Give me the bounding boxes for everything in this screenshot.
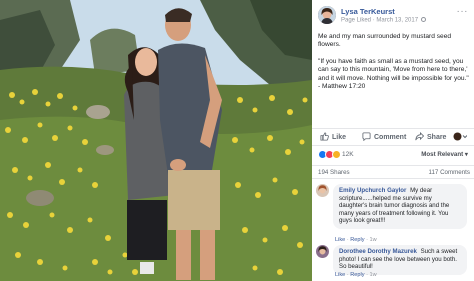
visibility-label: Page Liked	[341, 17, 372, 24]
comment-button[interactable]: Comment	[362, 132, 406, 143]
comment-reply-link[interactable]: Reply	[350, 272, 364, 278]
wow-reaction-icon	[332, 150, 341, 159]
comments-count[interactable]: 117 Comments	[429, 169, 471, 176]
reactions-row[interactable]: 12K Most Relevant ▾	[318, 150, 470, 160]
post-header: Lysa TerKeurst Page Liked · March 13, 20…	[318, 6, 470, 28]
post-caption: Me and my man surrounded by mustard seed…	[318, 33, 470, 99]
comment-time[interactable]: 1w	[370, 272, 377, 278]
comment-label: Comment	[374, 134, 407, 141]
comment-time[interactable]: 1w	[370, 237, 377, 243]
commenter-name[interactable]: Dorothee Dorothy Mazurek	[339, 248, 417, 255]
commenter-avatar-image	[316, 245, 329, 258]
comment-actions: Like · Reply · 1w	[335, 272, 377, 278]
page-avatar-chevron-icon	[453, 132, 468, 141]
post-actions-bar: Like Comment Share	[312, 128, 474, 146]
react-as-dropdown[interactable]	[453, 132, 468, 143]
comment-sort-dropdown[interactable]: Most Relevant ▾	[421, 151, 468, 158]
author-avatar-image	[318, 6, 336, 24]
caption-line: Me and my man surrounded by mustard seed…	[318, 33, 452, 49]
caption-line: "If you have faith as small as a mustard…	[318, 57, 469, 91]
commenter-avatar[interactable]	[316, 184, 329, 197]
commenter-avatar-image	[316, 184, 329, 197]
comment-bubble: Dorothee Dorothy Mazurek Such a sweet ph…	[333, 245, 467, 275]
commenter-avatar[interactable]	[316, 245, 329, 258]
commenter-name[interactable]: Emily Upchurch Gaylor	[339, 187, 406, 194]
comment-like-link[interactable]: Like	[335, 237, 345, 243]
share-button[interactable]: Share	[415, 131, 447, 143]
engagement-counts: 194 Shares 117 Comments	[312, 165, 474, 179]
share-icon	[415, 131, 425, 143]
shares-count[interactable]: 194 Shares	[318, 169, 350, 176]
comment-icon	[362, 132, 371, 143]
post-date[interactable]: March 13, 2017	[376, 18, 418, 24]
reaction-count[interactable]: 12K	[342, 151, 354, 158]
author-name[interactable]: Lysa TerKeurst	[341, 7, 395, 16]
comment-like-link[interactable]: Like	[335, 272, 345, 278]
share-label: Share	[427, 134, 447, 141]
comment-item: Dorothee Dorothy Mazurek Such a sweet ph…	[316, 245, 472, 275]
globe-icon	[420, 17, 426, 22]
like-button[interactable]: Like	[320, 132, 346, 143]
comment-reply-link[interactable]: Reply	[350, 237, 364, 243]
comment-actions: Like · Reply · 1w	[335, 237, 377, 243]
comment-item: Emily Upchurch Gaylor My dear scripture.…	[316, 184, 472, 236]
post-panel: Lysa TerKeurst Page Liked · March 13, 20…	[312, 0, 474, 281]
author-avatar[interactable]	[318, 6, 336, 24]
like-label: Like	[332, 134, 347, 141]
like-icon	[320, 132, 329, 143]
comment-bubble: Emily Upchurch Gaylor My dear scripture.…	[333, 184, 467, 229]
post-meta: Page Liked · March 13, 2017	[341, 17, 426, 24]
more-icon[interactable]: ···	[457, 6, 469, 17]
post-photo[interactable]	[0, 0, 312, 281]
couple-photo-image	[0, 0, 312, 281]
